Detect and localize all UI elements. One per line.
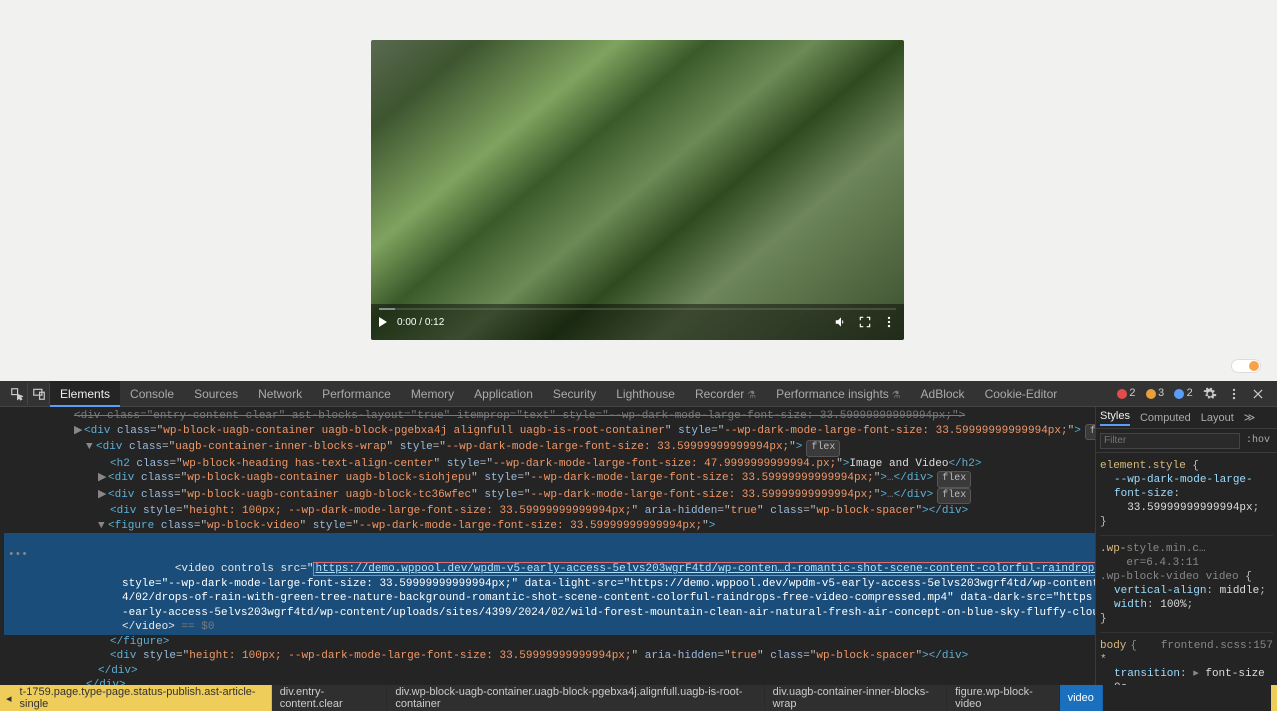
crumb-overflow <box>1103 685 1271 711</box>
tab-recorder[interactable]: Recorder <box>685 381 766 407</box>
video-controls: 0:00 / 0:12 <box>371 304 904 340</box>
side-tab-layout[interactable]: Layout <box>1201 412 1234 424</box>
selected-node: ••• <video controls src="https://demo.wp… <box>4 533 1095 577</box>
tab-lighthouse[interactable]: Lighthouse <box>606 381 685 407</box>
play-icon[interactable] <box>379 317 387 327</box>
crumb-2[interactable]: div.entry-content.clear <box>272 685 388 711</box>
tab-adblock[interactable]: AdBlock <box>911 381 975 407</box>
elements-tree[interactable]: <div class="entry-content clear" ast-blo… <box>0 407 1095 685</box>
styles-filter[interactable] <box>1100 433 1240 449</box>
tab-performance[interactable]: Performance <box>312 381 401 407</box>
dark-mode-toggle[interactable] <box>1231 359 1261 373</box>
volume-icon[interactable] <box>834 315 848 329</box>
fullscreen-icon[interactable] <box>858 315 872 329</box>
info-count[interactable]: 2 <box>1174 388 1193 400</box>
tab-performance-insights[interactable]: Performance insights <box>766 381 910 407</box>
side-tab-styles[interactable]: Styles <box>1100 410 1130 426</box>
crumb-4[interactable]: div.uagb-container-inner-blocks-wrap <box>765 685 947 711</box>
warning-count[interactable]: 3 <box>1146 388 1165 400</box>
crumb-6[interactable]: video <box>1060 685 1103 711</box>
styles-sidebar: Styles Computed Layout ≫ :hov .cls + ▦ ▭… <box>1095 407 1277 685</box>
device-toolbar-icon[interactable] <box>28 383 50 405</box>
tab-sources[interactable]: Sources <box>184 381 248 407</box>
devtools-tabbar: Elements Console Sources Network Perform… <box>0 381 1277 407</box>
crumb-3[interactable]: div.wp-block-uagb-container.uagb-block-p… <box>387 685 764 711</box>
tab-elements[interactable]: Elements <box>50 381 120 407</box>
close-icon[interactable] <box>1251 387 1265 401</box>
inspect-icon[interactable] <box>6 383 28 405</box>
kebab-icon[interactable] <box>1227 387 1241 401</box>
tab-memory[interactable]: Memory <box>401 381 464 407</box>
tab-security[interactable]: Security <box>543 381 606 407</box>
crumb-1[interactable]: t-1759.page.type-page.status-publish.ast… <box>12 685 272 711</box>
crumb-5[interactable]: figure.wp-block-video <box>947 685 1059 711</box>
gear-icon[interactable] <box>1203 387 1217 401</box>
hov-toggle[interactable]: :hov <box>1246 435 1270 446</box>
page-content: 0:00 / 0:12 <box>0 0 1277 381</box>
tab-application[interactable]: Application <box>464 381 543 407</box>
side-tab-computed[interactable]: Computed <box>1140 412 1191 424</box>
more-icon[interactable] <box>882 315 896 329</box>
styles-rules[interactable]: element.style { --wp-dark-mode-large-fon… <box>1096 453 1277 685</box>
breadcrumb: ◂ t-1759.page.type-page.status-publish.a… <box>0 685 1277 711</box>
video-player[interactable]: 0:00 / 0:12 <box>371 40 904 340</box>
tab-console[interactable]: Console <box>120 381 184 407</box>
error-count[interactable]: 2 <box>1117 388 1136 400</box>
tab-cookie-editor[interactable]: Cookie-Editor <box>975 381 1068 407</box>
tab-network[interactable]: Network <box>248 381 312 407</box>
devtools-panel: Elements Console Sources Network Perform… <box>0 381 1277 711</box>
side-tabs-more[interactable]: ≫ <box>1244 411 1256 424</box>
video-time: 0:00 / 0:12 <box>397 317 444 328</box>
